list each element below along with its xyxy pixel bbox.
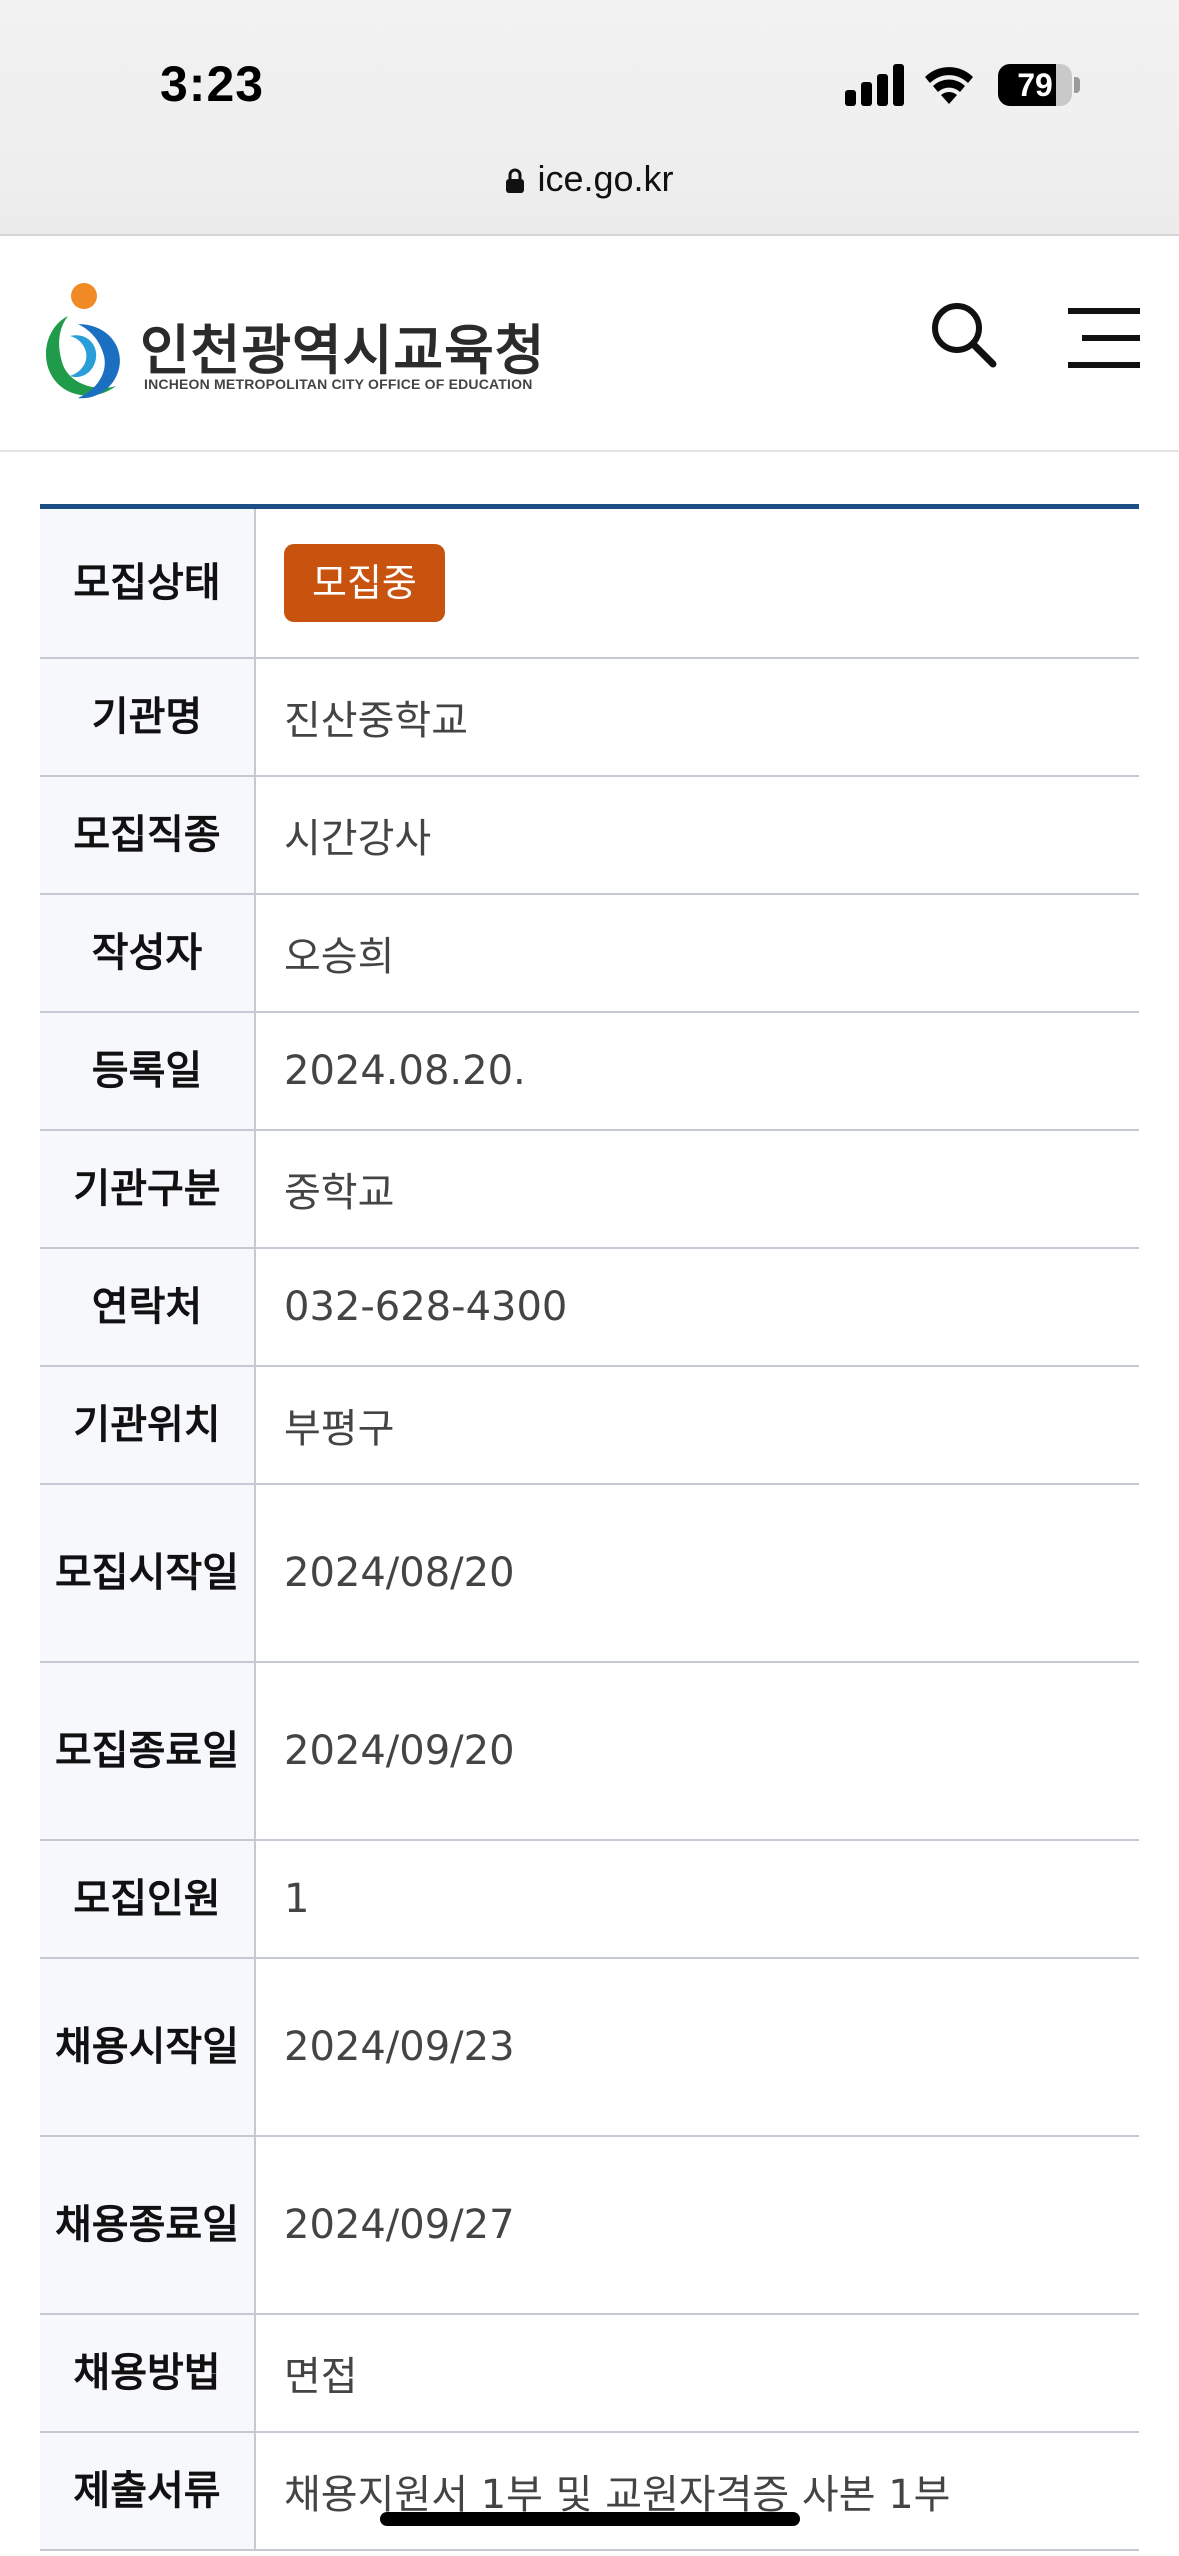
- row-value: 시간강사: [284, 816, 432, 862]
- row-value: 032-628-4300: [284, 1284, 568, 1330]
- row-label: 모집종료일: [40, 1663, 256, 1839]
- row-label: 모집시작일: [40, 1485, 256, 1661]
- row-value: 2024/09/23: [284, 2024, 515, 2070]
- row-label: 채용종료일: [40, 2137, 256, 2313]
- row-label: 제출서류: [40, 2433, 256, 2549]
- table-row: 기관위치 부평구: [40, 1367, 1139, 1485]
- row-value: 2024.08.20.: [284, 1048, 526, 1094]
- table-row: 모집상태 모집중: [40, 509, 1139, 659]
- recruitment-info-table: 모집상태 모집중 기관명 진산중학교 모집직종 시간강사 작성자 오승희 등록일…: [40, 504, 1139, 2551]
- row-value: 모집중: [256, 509, 1139, 657]
- row-label: 기관구분: [40, 1131, 256, 1247]
- table-row: 모집인원 1: [40, 1841, 1139, 1959]
- row-value: 2024/09/20: [284, 1728, 515, 1774]
- status-badge: 모집중: [284, 544, 445, 622]
- row-value: 진산중학교: [284, 698, 468, 744]
- site-header: 인천광역시교육청 INCHEON METROPOLITAN CITY OFFIC…: [0, 236, 1179, 452]
- row-label: 기관명: [40, 659, 256, 775]
- table-row: 작성자 오승희: [40, 895, 1139, 1013]
- row-label: 모집직종: [40, 777, 256, 893]
- url-text: ice.go.kr: [537, 158, 674, 199]
- row-label: 작성자: [40, 895, 256, 1011]
- row-label: 연락처: [40, 1249, 256, 1365]
- row-value: 면접: [284, 2354, 358, 2400]
- table-row: 모집종료일 2024/09/20: [40, 1663, 1139, 1841]
- browser-top-bar: 3:23 79 ice.go.kr: [0, 0, 1179, 236]
- battery-level-text: 79: [1017, 67, 1053, 103]
- row-value: 오승희: [284, 934, 395, 980]
- table-row: 등록일 2024.08.20.: [40, 1013, 1139, 1131]
- row-value: 부평구: [284, 1406, 395, 1452]
- row-value: 중학교: [284, 1170, 395, 1216]
- home-indicator[interactable]: [380, 2512, 800, 2526]
- row-value: 1: [284, 1876, 310, 1922]
- row-label: 모집인원: [40, 1841, 256, 1957]
- row-label: 모집상태: [40, 509, 256, 657]
- table-row: 채용방법 면접: [40, 2315, 1139, 2433]
- site-name-english: INCHEON METROPOLITAN CITY OFFICE OF EDUC…: [144, 376, 533, 392]
- row-value: 2024/09/27: [284, 2202, 515, 2248]
- logo-icon[interactable]: [38, 276, 128, 406]
- table-row: 기관구분 중학교: [40, 1131, 1139, 1249]
- row-label: 채용방법: [40, 2315, 256, 2431]
- row-label: 등록일: [40, 1013, 256, 1129]
- row-value: 채용지원서 1부 및 교원자격증 사본 1부: [284, 2472, 951, 2518]
- hamburger-menu-icon[interactable]: [1068, 306, 1140, 370]
- cellular-signal-icon: [845, 64, 905, 106]
- site-name-korean[interactable]: 인천광역시교육청: [140, 306, 545, 385]
- table-row: 연락처 032-628-4300: [40, 1249, 1139, 1367]
- url-bar[interactable]: ice.go.kr: [0, 158, 1179, 200]
- status-time: 3:23: [160, 56, 265, 112]
- wifi-icon: [925, 67, 973, 104]
- table-row: 모집시작일 2024/08/20: [40, 1485, 1139, 1663]
- row-value: 2024/08/20: [284, 1550, 515, 1596]
- battery-icon: 79: [998, 64, 1080, 106]
- row-label: 기관위치: [40, 1367, 256, 1483]
- row-label: 채용시작일: [40, 1959, 256, 2135]
- table-row: 모집직종 시간강사: [40, 777, 1139, 895]
- table-row: 채용종료일 2024/09/27: [40, 2137, 1139, 2315]
- table-row: 채용시작일 2024/09/23: [40, 1959, 1139, 2137]
- table-row: 제출서류 채용지원서 1부 및 교원자격증 사본 1부: [40, 2433, 1139, 2551]
- lock-icon: [505, 161, 525, 193]
- search-icon[interactable]: [925, 296, 1005, 376]
- table-row: 기관명 진산중학교: [40, 659, 1139, 777]
